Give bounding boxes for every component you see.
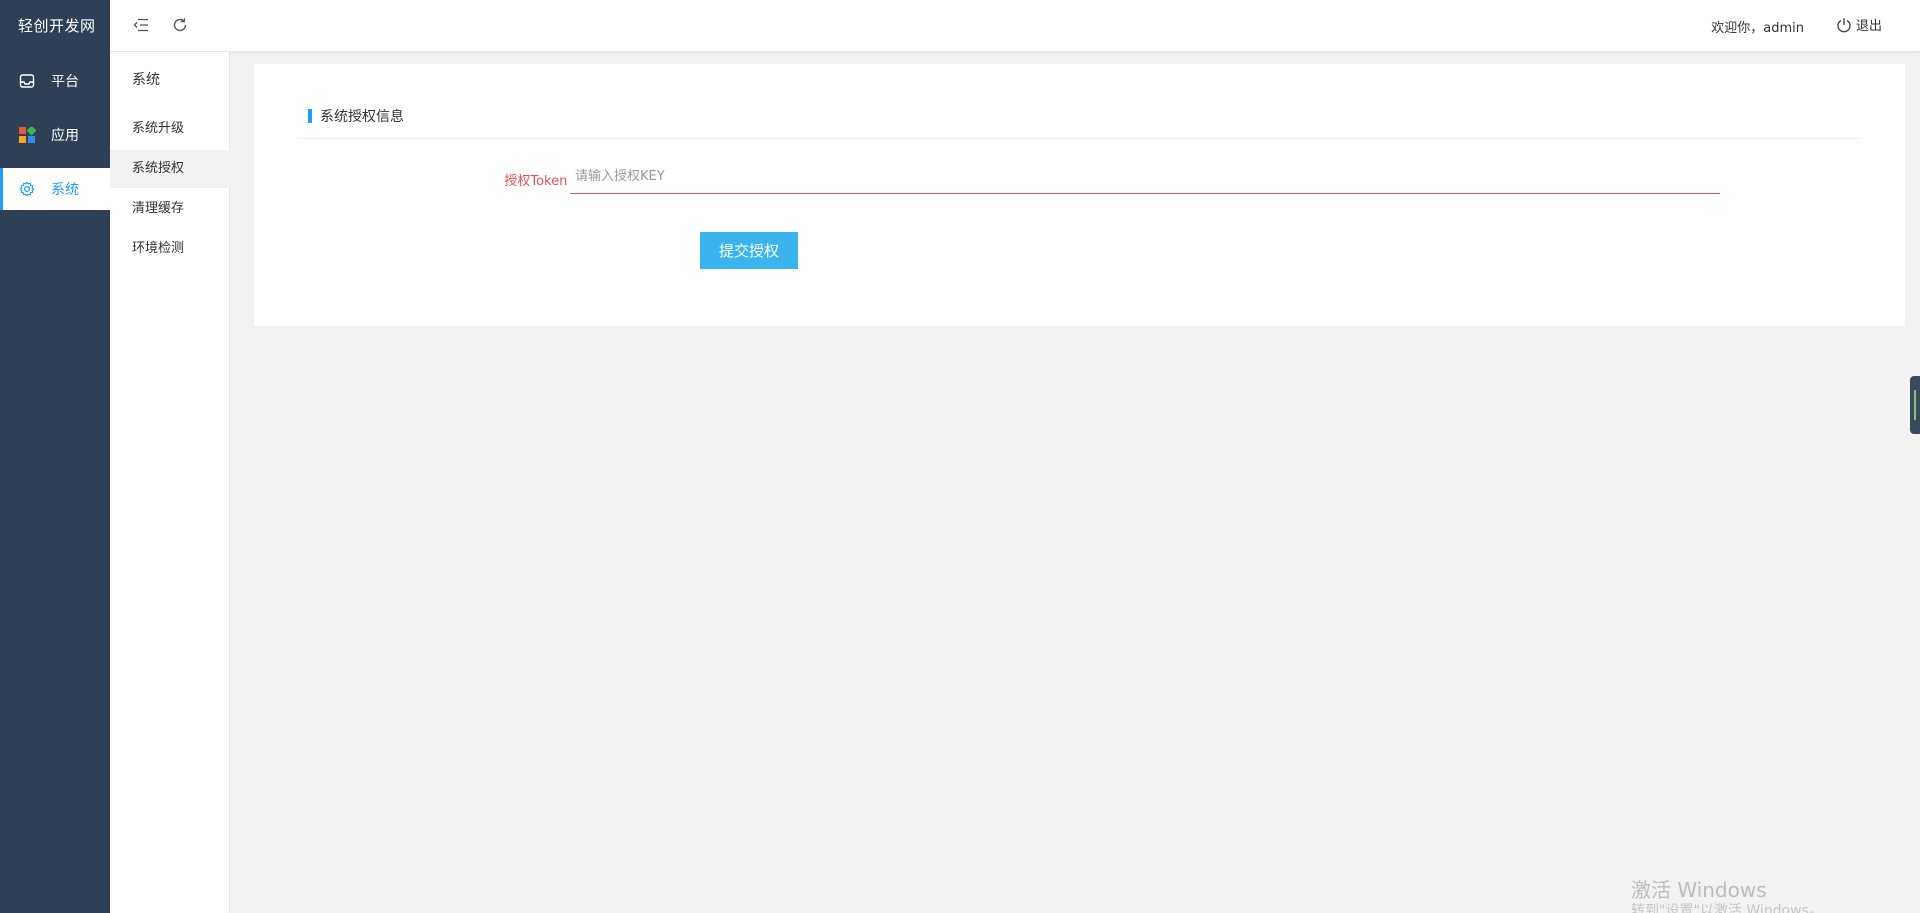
divider	[298, 138, 1860, 139]
token-field-label: 授权Token *	[504, 174, 578, 189]
submenu-item-authorization[interactable]: 系统授权	[110, 150, 230, 188]
top-header: 欢迎你，admin 退出	[110, 0, 1920, 52]
submit-authorization-button[interactable]: 提交授权	[700, 232, 798, 269]
logout-button[interactable]: 退出	[1836, 15, 1882, 34]
sidebar-item-label: 系统	[51, 182, 79, 198]
brand-logo: 轻创开发网	[18, 17, 96, 35]
sidebar-item-label: 平台	[51, 74, 79, 90]
power-icon	[1837, 17, 1851, 32]
sub-menu-title: 系统	[132, 72, 160, 88]
authorization-card: 系统授权信息 授权Token * 提交授权	[254, 64, 1905, 326]
submenu-item-env-check[interactable]: 环境检测	[110, 230, 230, 268]
welcome-text: 欢迎你，admin	[1711, 21, 1804, 36]
sidebar-item-label: 应用	[51, 128, 79, 144]
logout-label: 退出	[1855, 19, 1882, 34]
submenu-item-upgrade[interactable]: 系统升级	[110, 110, 230, 148]
apps-grid-icon	[17, 125, 37, 145]
title-accent-bar	[308, 109, 312, 123]
card-title-text: 系统授权信息	[320, 109, 404, 125]
main-sidebar: 轻创开发网 平台 应用 系统	[0, 0, 110, 913]
windows-activation-watermark: 激活 Windows	[1631, 878, 1767, 902]
sub-menu: 系统 系统升级 系统授权 清理缓存 环境检测	[110, 52, 230, 913]
submenu-item-clear-cache[interactable]: 清理缓存	[110, 190, 230, 228]
platform-icon	[17, 71, 37, 91]
sidebar-item-apps[interactable]: 应用	[0, 114, 110, 156]
menu-fold-icon[interactable]	[130, 14, 152, 36]
refresh-icon[interactable]	[169, 14, 191, 36]
sidebar-item-system[interactable]: 系统	[0, 168, 110, 210]
token-input[interactable]	[570, 160, 1720, 194]
windows-activation-hint: 转到"设置"以激活 Windows。	[1631, 903, 1823, 913]
card-title: 系统授权信息	[308, 106, 404, 126]
sidebar-item-platform[interactable]: 平台	[0, 60, 110, 102]
side-drawer-handle[interactable]	[1910, 376, 1920, 434]
gear-icon	[17, 179, 37, 199]
